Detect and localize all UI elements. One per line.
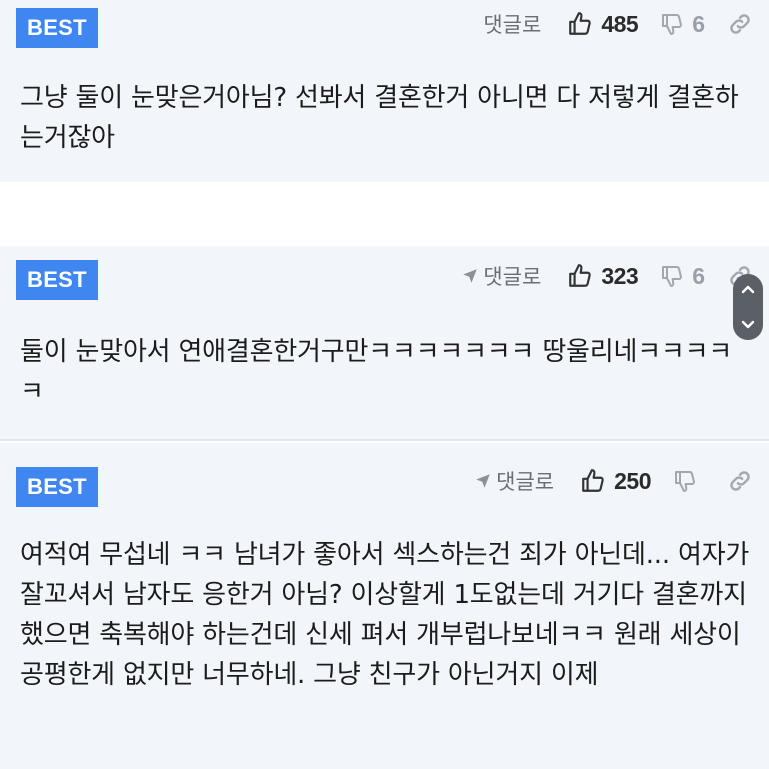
like-count: 485 — [601, 10, 639, 37]
reply-button[interactable]: 댓글로 — [461, 261, 541, 291]
comment-divider — [0, 439, 769, 441]
like-count: 250 — [614, 467, 651, 494]
link-icon — [730, 471, 750, 491]
best-badge: BEST — [16, 8, 98, 48]
dislike-button[interactable]: 6 — [660, 11, 705, 38]
reply-arrow-icon — [476, 474, 490, 488]
best-badge: BEST — [16, 260, 98, 300]
thumbs-down-icon — [675, 471, 695, 492]
thumbs-up-icon — [569, 12, 592, 35]
scroll-up-icon[interactable] — [741, 284, 755, 294]
share-link-button[interactable] — [727, 468, 753, 494]
comment-actions: 댓글로 250 — [474, 461, 753, 501]
scroll-down-icon[interactable] — [741, 320, 755, 330]
reply-label: 댓글로 — [483, 13, 542, 37]
dislike-button[interactable]: 6 — [660, 263, 705, 290]
comment-text: 그냥 둘이 눈맞은거아님? 선봐서 결혼한거 아니면 다 저렇게 결혼하는거잖아 — [20, 83, 739, 153]
thumbs-up-icon — [569, 264, 592, 287]
comment-actions: 댓글로 485 6 — [483, 4, 753, 44]
thumbs-up-icon — [582, 469, 604, 492]
reply-label: 댓글로 — [483, 265, 542, 289]
reply-button[interactable]: 댓글로 — [483, 9, 541, 39]
reply-label: 댓글로 — [496, 470, 555, 494]
comment-card: BEST 댓글로 323 6 둘이 눈맞아서 연애결혼한거구만ㅋㅋㅋㅋㅋㅋㅋ 땅… — [0, 246, 769, 439]
dislike-count: 6 — [692, 10, 705, 37]
scroll-navigator[interactable] — [733, 274, 763, 340]
reply-button[interactable]: 댓글로 — [474, 466, 554, 496]
like-button[interactable]: 250 — [580, 468, 651, 495]
reply-arrow-icon — [463, 269, 478, 283]
dislike-count: 6 — [692, 262, 705, 289]
comment-text: 둘이 눈맞아서 연애결혼한거구만ㅋㅋㅋㅋㅋㅋㅋ 땅울리네ㅋㅋㅋㅋㅋ — [20, 337, 733, 407]
like-button[interactable]: 485 — [567, 10, 639, 38]
thumbs-down-icon — [662, 14, 683, 35]
like-count: 323 — [601, 262, 639, 289]
best-badge: BEST — [16, 467, 98, 507]
link-icon — [730, 14, 750, 34]
like-button[interactable]: 323 — [567, 262, 639, 290]
comment-card: BEST 댓글로 250 여적여 무섭네 ㅋㅋ 남녀가 좋아서 섹스하는건 죄가… — [0, 443, 769, 769]
comment-card: BEST 댓글로 485 6 그냥 둘이 눈맞은거아님? 선봐서 결혼한거 아니… — [0, 0, 769, 182]
share-link-button[interactable] — [727, 11, 753, 37]
dislike-button[interactable] — [673, 469, 705, 493]
comment-text: 여적여 무섭네 ㅋㅋ 남녀가 좋아서 섹스하는건 죄가 아닌데... 여자가 잘… — [20, 540, 750, 690]
thumbs-down-icon — [662, 266, 683, 287]
comment-actions: 댓글로 323 6 — [461, 256, 753, 296]
